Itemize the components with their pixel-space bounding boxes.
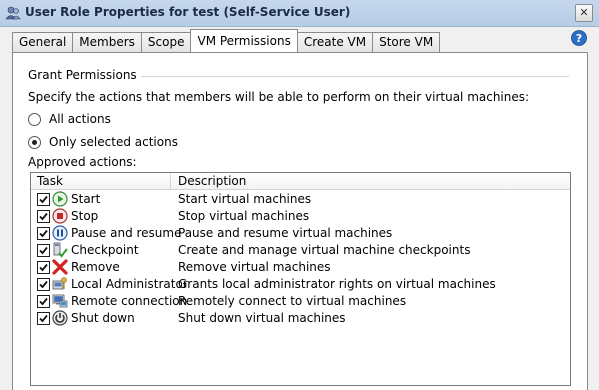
- list-header: Task Description: [31, 173, 570, 190]
- close-icon: ✕: [579, 6, 589, 19]
- task-name: Start: [71, 192, 101, 206]
- close-button[interactable]: ✕: [575, 4, 593, 22]
- window-title: User Role Properties for test (Self-Serv…: [25, 5, 351, 19]
- task-description: Shut down virtual machines: [178, 311, 346, 325]
- task-description: Grants local administrator rights on vir…: [178, 277, 496, 291]
- only-selected-actions-option[interactable]: Only selected actions: [28, 134, 178, 150]
- task-description: Create and manage virtual machine checkp…: [178, 243, 471, 257]
- user-role-icon: [5, 6, 21, 20]
- all-actions-label: All actions: [49, 112, 111, 126]
- only-selected-actions-label: Only selected actions: [49, 135, 178, 149]
- pause-and-resume-checkbox[interactable]: [37, 227, 50, 240]
- checkpoint-checkbox[interactable]: [37, 244, 50, 257]
- title-bar: User Role Properties for test (Self-Serv…: [0, 0, 599, 27]
- task-description: Start virtual machines: [178, 192, 312, 206]
- grant-permissions-heading: Grant Permissions: [28, 68, 141, 82]
- action-row-checkpoint[interactable]: Checkpoint Create and manage virtual mac…: [31, 242, 570, 259]
- task-description: Remotely connect to virtual machines: [178, 294, 407, 308]
- tab-store-vm[interactable]: Store VM: [372, 32, 441, 52]
- action-row-local-administrator[interactable]: Local Administrator Grants local adminis…: [31, 276, 570, 293]
- local-admin-icon: [52, 277, 67, 290]
- action-row-shut-down[interactable]: Shut down Shut down virtual machines: [31, 310, 570, 327]
- task-name: Stop: [71, 209, 99, 223]
- pause-icon: [52, 225, 68, 241]
- action-row-stop[interactable]: Stop Stop virtual machines: [31, 208, 570, 225]
- checkpoint-icon: [53, 242, 68, 258]
- all-actions-option[interactable]: All actions: [28, 111, 111, 127]
- tab-general[interactable]: General: [12, 32, 74, 52]
- task-name: Checkpoint: [71, 243, 139, 257]
- task-name: Local Administrator: [71, 277, 188, 291]
- instruction-text: Specify the actions that members will be…: [28, 90, 530, 104]
- only-selected-actions-radio[interactable]: [28, 135, 41, 149]
- start-icon: [52, 191, 68, 207]
- remote-connection-checkbox[interactable]: [37, 295, 50, 308]
- stop-icon: [52, 208, 68, 224]
- task-description: Remove virtual machines: [178, 260, 331, 274]
- tab-vm-permissions[interactable]: VM Permissions: [190, 29, 298, 52]
- tab-create-vm[interactable]: Create VM: [296, 32, 374, 52]
- description-column-header[interactable]: Description: [172, 173, 246, 189]
- start-checkbox[interactable]: [37, 193, 50, 206]
- task-name: Pause and resume: [71, 226, 182, 240]
- group-divider: [133, 76, 569, 77]
- task-name: Shut down: [71, 311, 135, 325]
- action-row-pause-and-resume[interactable]: Pause and resume Pause and resume virtua…: [31, 225, 570, 242]
- task-name: Remove: [71, 260, 120, 274]
- action-row-remove[interactable]: Remove Remove virtual machines: [31, 259, 570, 276]
- stop-checkbox[interactable]: [37, 210, 50, 223]
- action-row-remote-connection[interactable]: Remote connection Remotely connect to vi…: [31, 293, 570, 310]
- shut-down-checkbox[interactable]: [37, 312, 50, 325]
- svg-text:?: ?: [576, 32, 582, 45]
- tab-members[interactable]: Members: [72, 32, 142, 52]
- task-name: Remote connection: [71, 294, 188, 308]
- local-administrator-checkbox[interactable]: [37, 278, 50, 291]
- approved-actions-label: Approved actions:: [28, 155, 137, 169]
- tab-strip: General Members Scope VM Permissions Cre…: [12, 29, 441, 52]
- action-row-start[interactable]: Start Start virtual machines: [31, 191, 570, 208]
- tab-scope[interactable]: Scope: [140, 32, 192, 52]
- remove-icon: [52, 259, 68, 275]
- approved-actions-list[interactable]: Task Description Start Start virtual mac…: [30, 172, 571, 386]
- shutdown-icon: [52, 310, 68, 326]
- remove-checkbox[interactable]: [37, 261, 50, 274]
- task-description: Pause and resume virtual machines: [178, 226, 393, 240]
- task-description: Stop virtual machines: [178, 209, 310, 223]
- vm-permissions-panel: Grant Permissions Specify the actions th…: [12, 52, 588, 390]
- task-column-header[interactable]: Task: [31, 173, 171, 189]
- help-icon[interactable]: ?: [571, 30, 587, 46]
- remote-connection-icon: [52, 294, 68, 308]
- all-actions-radio[interactable]: [28, 112, 41, 126]
